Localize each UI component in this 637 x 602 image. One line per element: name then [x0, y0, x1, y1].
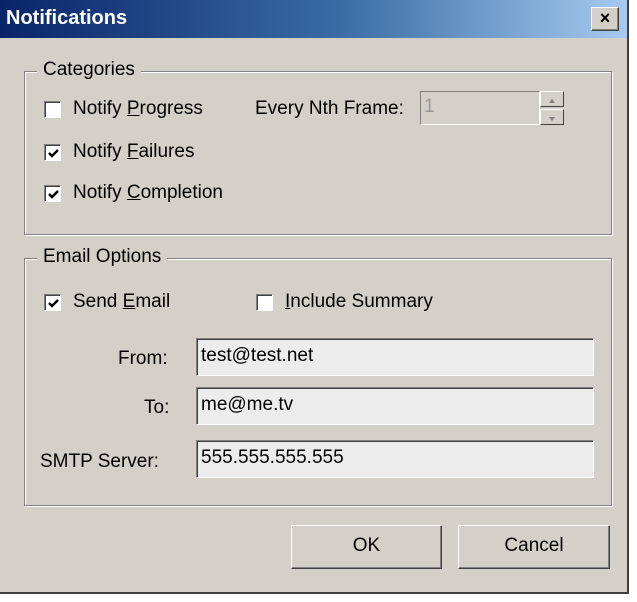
title-bar[interactable]: Notifications ×	[0, 0, 627, 38]
check-mark-icon	[48, 148, 59, 158]
checkbox-box[interactable]	[44, 100, 61, 118]
checkbox-box[interactable]	[44, 143, 61, 161]
notify-completion-label: Notify Completion	[73, 182, 223, 203]
checkbox-box[interactable]	[256, 293, 273, 311]
smtp-server-input[interactable]: 555.555.555.555	[196, 440, 594, 478]
notify-progress-label: Notify Progress	[73, 98, 203, 119]
check-mark-icon	[48, 298, 59, 308]
include-summary-label: Include Summary	[285, 291, 433, 312]
arrow-down-icon	[549, 117, 555, 121]
spin-up-button[interactable]	[540, 91, 564, 107]
notifications-dialog: Notifications × Categories Notify Progre…	[0, 0, 629, 594]
from-label: From:	[118, 348, 168, 369]
email-options-legend: Email Options	[37, 246, 168, 268]
notify-completion-checkbox[interactable]: Notify Completion	[44, 182, 223, 204]
background-strip	[0, 594, 637, 602]
close-icon: ×	[599, 8, 611, 28]
arrow-up-icon	[549, 99, 555, 103]
to-input[interactable]: me@me.tv	[196, 387, 594, 425]
spin-down-button[interactable]	[540, 109, 564, 125]
every-nth-frame-label: Every Nth Frame:	[255, 98, 404, 119]
every-nth-frame-input[interactable]: 1	[420, 91, 540, 125]
notify-failures-checkbox[interactable]: Notify Failures	[44, 141, 194, 163]
cancel-button[interactable]: Cancel	[458, 525, 610, 569]
from-input[interactable]: test@test.net	[196, 338, 594, 376]
send-email-label: Send Email	[73, 291, 171, 312]
notify-progress-checkbox[interactable]: Notify Progress	[44, 98, 203, 120]
notify-failures-label: Notify Failures	[73, 141, 195, 162]
checkbox-box[interactable]	[44, 293, 61, 311]
check-mark-icon	[48, 189, 59, 199]
checkbox-box[interactable]	[44, 184, 61, 202]
smtp-server-label: SMTP Server:	[40, 451, 159, 472]
to-label: To:	[144, 397, 170, 418]
close-button[interactable]: ×	[591, 7, 619, 31]
categories-legend: Categories	[37, 59, 141, 81]
include-summary-checkbox[interactable]: Include Summary	[256, 291, 433, 313]
window-title: Notifications	[6, 7, 128, 29]
ok-button[interactable]: OK	[291, 525, 442, 569]
send-email-checkbox[interactable]: Send Email	[44, 291, 170, 313]
